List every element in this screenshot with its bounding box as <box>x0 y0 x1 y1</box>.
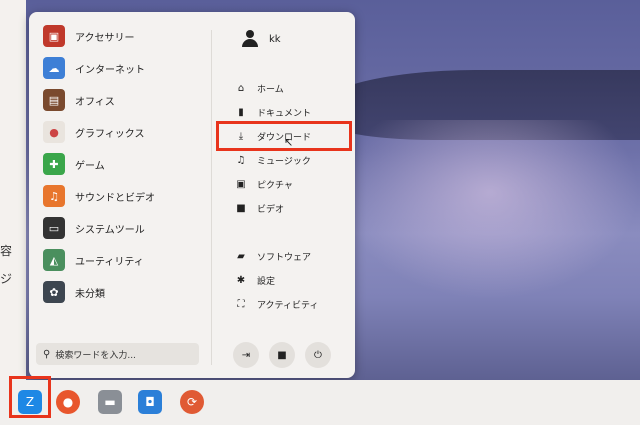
category-label: アクセサリー <box>75 32 135 44</box>
bag-icon: ▰ <box>237 250 245 262</box>
system-label: 設定 <box>257 276 276 287</box>
system-label: ソフトウェア <box>257 252 312 263</box>
user-account[interactable]: kk <box>241 30 281 48</box>
lock-icon: ■ <box>277 349 287 361</box>
monitor-icon: ▭ <box>43 217 65 239</box>
category-accessories[interactable]: ▣ アクセサリー <box>43 20 213 52</box>
firefox-button[interactable]: ● <box>56 390 80 414</box>
music-icon: ♫ <box>236 154 246 166</box>
category-label: オフィス <box>75 96 115 108</box>
folder-icon: ▬ <box>104 395 116 409</box>
palette-icon: ● <box>43 121 65 143</box>
background-text: ジ <box>0 272 13 286</box>
category-uncategorized[interactable]: ✿ 未分類 <box>43 276 213 308</box>
sync-icon: ⟳ <box>186 395 198 409</box>
category-label: ユーティリティ <box>75 256 144 268</box>
system-software[interactable]: ▰ ソフトウェア <box>233 244 349 268</box>
power-icon: ⏻ <box>314 349 322 361</box>
search-input[interactable]: ⚲ 検索ワードを入力... <box>36 343 199 365</box>
map-icon: ◭ <box>43 249 65 271</box>
category-label: サウンドとビデオ <box>75 192 155 204</box>
gear-icon: ✿ <box>43 281 65 303</box>
category-internet[interactable]: ☁ インターネット <box>43 52 213 84</box>
files-button[interactable]: ▬ <box>98 390 122 414</box>
toolbox-icon: ▣ <box>43 25 65 47</box>
category-label: システムツール <box>75 224 145 236</box>
app-menu: ▣ アクセサリー ☁ インターネット ▤ オフィス ● グラフィックス ✚ ゲー… <box>29 12 355 378</box>
document-icon: ▮ <box>238 106 244 118</box>
software-button[interactable]: ◘ <box>138 390 162 414</box>
system-activities[interactable]: ⛶ アクティビティ <box>233 292 349 316</box>
logout-icon: ⇥ <box>241 349 251 361</box>
lock-button[interactable]: ■ <box>269 342 295 368</box>
taskbar: Z ● ▬ ◘ ⟳ <box>0 380 640 425</box>
video-icon: ■ <box>236 202 246 214</box>
category-games[interactable]: ✚ ゲーム <box>43 148 213 180</box>
home-icon: ⌂ <box>237 82 245 94</box>
logout-button[interactable]: ⇥ <box>233 342 259 368</box>
place-home[interactable]: ⌂ ホーム <box>233 76 349 100</box>
place-label: ビデオ <box>257 204 285 215</box>
category-utilities[interactable]: ◭ ユーティリティ <box>43 244 213 276</box>
place-videos[interactable]: ■ ビデオ <box>233 196 349 220</box>
search-placeholder: 検索ワードを入力... <box>55 350 136 361</box>
firefox-icon: ● <box>62 395 74 409</box>
gamepad-icon: ✚ <box>43 153 65 175</box>
system-label: アクティビティ <box>257 300 319 311</box>
place-label: ピクチャ <box>257 180 293 191</box>
music-video-icon: ♫ <box>43 185 65 207</box>
image-icon: ▣ <box>236 178 246 190</box>
category-label: グラフィックス <box>75 128 145 140</box>
place-label: ホーム <box>257 84 284 95</box>
search-icon: ⚲ <box>43 348 51 360</box>
store-icon: ◘ <box>145 395 155 409</box>
category-sound-video[interactable]: ♫ サウンドとビデオ <box>43 180 213 212</box>
background-window-edge: 容 ジ <box>0 0 26 380</box>
settings-icon: ✱ <box>236 274 246 286</box>
category-label: 未分類 <box>75 288 105 300</box>
category-label: ゲーム <box>75 160 105 172</box>
update-button[interactable]: ⟳ <box>180 390 204 414</box>
category-label: インターネット <box>75 64 145 76</box>
place-pictures[interactable]: ▣ ピクチャ <box>233 172 349 196</box>
power-button[interactable]: ⏻ <box>305 342 331 368</box>
cloud-icon: ☁ <box>43 57 65 79</box>
place-music[interactable]: ♫ ミュージック <box>233 148 349 172</box>
mouse-cursor-icon: ↖ <box>284 136 294 149</box>
category-list: ▣ アクセサリー ☁ インターネット ▤ オフィス ● グラフィックス ✚ ゲー… <box>43 20 213 308</box>
category-office[interactable]: ▤ オフィス <box>43 84 213 116</box>
user-icon <box>241 30 259 48</box>
background-text: 容 <box>0 244 13 258</box>
session-buttons: ⇥ ■ ⏻ <box>233 342 331 368</box>
category-graphics[interactable]: ● グラフィックス <box>43 116 213 148</box>
place-label: ドキュメント <box>257 108 312 119</box>
wallpaper-mist <box>340 120 640 300</box>
system-settings[interactable]: ✱ 設定 <box>233 268 349 292</box>
category-system-tools[interactable]: ▭ システムツール <box>43 212 213 244</box>
user-name: kk <box>269 33 281 45</box>
activities-icon: ⛶ <box>237 298 245 310</box>
menu-button-highlight-annotation <box>9 376 51 418</box>
place-label: ミュージック <box>257 156 311 167</box>
briefcase-icon: ▤ <box>43 89 65 111</box>
system-list: ▰ ソフトウェア ✱ 設定 ⛶ アクティビティ <box>233 244 349 316</box>
